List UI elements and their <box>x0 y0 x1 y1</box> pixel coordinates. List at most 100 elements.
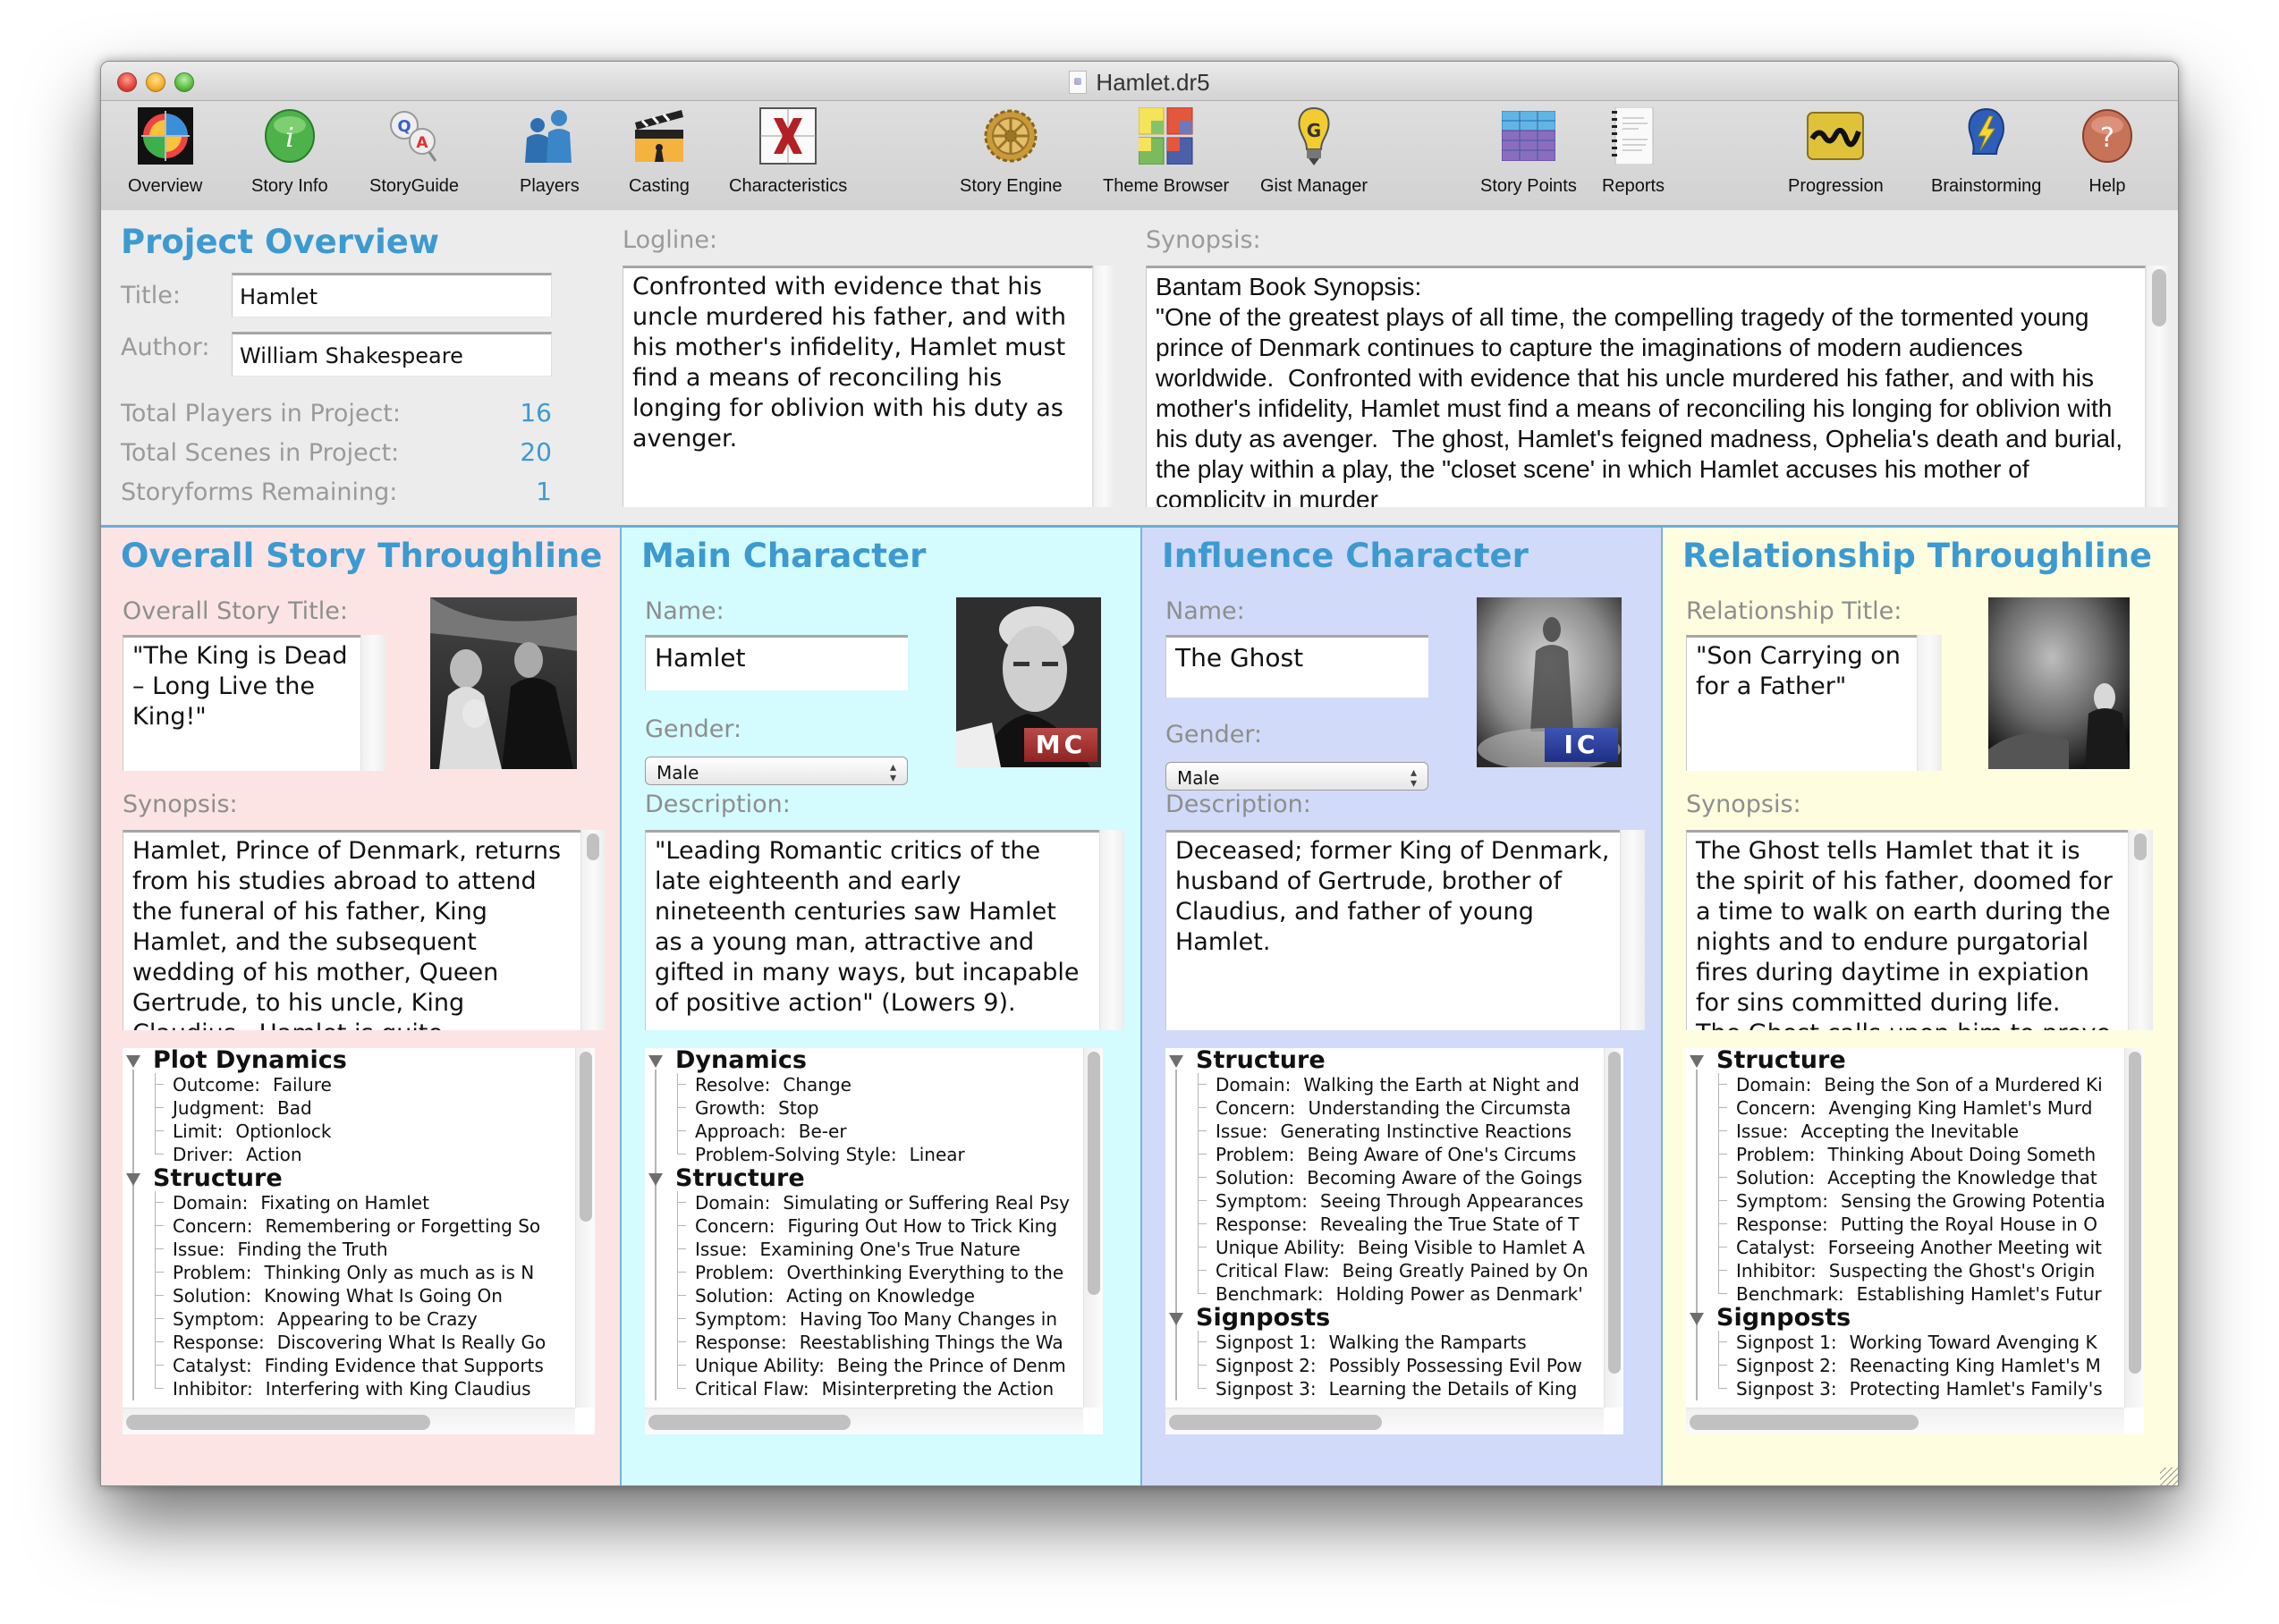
toolbar-characteristics-button[interactable]: Characteristics <box>729 106 847 197</box>
toolbar-story-engine-button[interactable]: Story Engine <box>960 106 1063 197</box>
mc-gender-select[interactable]: Male ▴ ▾ <box>645 757 908 785</box>
tree-row[interactable]: Signpost 3: Protecting Hamlet's Family's <box>1686 1377 2105 1400</box>
tree-row[interactable]: Unique Ability: Being Visible to Hamlet A <box>1165 1236 1589 1259</box>
overall-storypoints-tree[interactable]: Plot Dynamics Outcome: Failure Judgment: Bad… <box>123 1048 595 1434</box>
mc-description-scrollbar[interactable] <box>1099 830 1124 1030</box>
toolbar-overview-button[interactable]: Overview <box>128 106 202 197</box>
logline-scrollbar[interactable] <box>1093 266 1114 507</box>
tree-row[interactable]: Concern: Understanding the Circumsta <box>1165 1096 1589 1120</box>
disclosure-triangle-icon[interactable] <box>126 1055 140 1068</box>
ic-photo[interactable]: IC <box>1477 597 1622 767</box>
synopsis-textarea[interactable]: Bantam Book Synopsis: "One of the greate… <box>1146 266 2146 507</box>
disclosure-triangle-icon[interactable] <box>648 1055 663 1068</box>
overall-story-title-scrollbar[interactable] <box>360 635 385 771</box>
tree-group-header[interactable]: Structure <box>1686 1048 2105 1073</box>
tree-row[interactable]: Concern: Figuring Out How to Trick King <box>645 1214 1070 1238</box>
tree-horizontal-scrollbar[interactable] <box>645 1408 1083 1434</box>
tree-row[interactable]: Judgment: Bad <box>123 1096 546 1120</box>
tree-group-header[interactable]: Dynamics <box>645 1048 1070 1073</box>
relationship-storypoints-tree[interactable]: Structure Domain: Being the Son of a Murde… <box>1686 1048 2144 1434</box>
tree-row[interactable]: Domain: Being the Son of a Murdered Ki <box>1686 1073 2105 1096</box>
disclosure-triangle-icon[interactable] <box>1169 1313 1183 1325</box>
relationship-title-scrollbar[interactable] <box>1917 635 1942 771</box>
mc-storypoints-tree[interactable]: Dynamics Resolve: Change Growth: Stop Approac… <box>645 1048 1103 1434</box>
toolbar-gist-manager-button[interactable]: G Gist Manager <box>1260 106 1368 197</box>
tree-horizontal-scroll-thumb[interactable] <box>126 1415 430 1430</box>
tree-row[interactable]: Problem-Solving Style: Linear <box>645 1143 1070 1166</box>
toolbar-progression-button[interactable]: Progression <box>1788 106 1884 197</box>
mc-description-textarea[interactable]: "Leading Romantic critics of the late ei… <box>645 830 1099 1030</box>
relationship-title-field[interactable]: "Son Carrying on for a Father" <box>1686 635 1917 771</box>
toolbar-theme-browser-button[interactable]: Theme Browser <box>1103 106 1229 197</box>
title-bar[interactable]: Hamlet.dr5 <box>101 62 2178 101</box>
tree-row[interactable]: Solution: Knowing What Is Going On <box>123 1284 546 1307</box>
tree-horizontal-scrollbar[interactable] <box>1165 1408 1604 1434</box>
mc-photo[interactable]: MC <box>956 597 1101 767</box>
toolbar-story-info-button[interactable]: i Story Info <box>251 106 328 197</box>
toolbar-brainstorming-button[interactable]: Brainstorming <box>1931 106 2041 197</box>
tree-row[interactable]: Solution: Accepting the Knowledge that <box>1686 1166 2105 1189</box>
tree-row[interactable]: Resolve: Change <box>645 1073 1070 1096</box>
tree-horizontal-scroll-thumb[interactable] <box>648 1415 851 1430</box>
tree-row[interactable]: Concern: Avenging King Hamlet's Murd <box>1686 1096 2105 1120</box>
toolbar-players-button[interactable]: Players <box>520 106 580 197</box>
tree-row[interactable]: Outcome: Failure <box>123 1073 546 1096</box>
tree-row[interactable]: Catalyst: Forseeing Another Meeting wit <box>1686 1236 2105 1259</box>
author-field[interactable]: William Shakespeare <box>232 332 552 376</box>
tree-row[interactable]: Problem: Thinking About Doing Someth <box>1686 1143 2105 1166</box>
disclosure-triangle-icon[interactable] <box>1169 1055 1183 1068</box>
tree-row[interactable]: Response: Discovering What Is Really Go <box>123 1331 546 1354</box>
tree-horizontal-scroll-thumb[interactable] <box>1690 1415 1919 1430</box>
tree-row[interactable]: Issue: Accepting the Inevitable <box>1686 1120 2105 1143</box>
tree-row[interactable]: Limit: Optionlock <box>123 1120 546 1143</box>
tree-row[interactable]: Issue: Generating Instinctive Reactions <box>1165 1120 1589 1143</box>
tree-row[interactable]: Problem: Thinking Only as much as is N <box>123 1261 546 1284</box>
document-proxy-icon[interactable] <box>1069 71 1088 94</box>
tree-group-header[interactable]: Structure <box>123 1166 546 1191</box>
tree-row[interactable]: Signpost 2: Possibly Possessing Evil Pow <box>1165 1354 1589 1377</box>
toolbar-storyguide-button[interactable]: QA StoryGuide <box>369 106 459 197</box>
tree-row[interactable]: Solution: Acting on Knowledge <box>645 1284 1070 1307</box>
tree-row[interactable]: Problem: Overthinking Everything to the <box>645 1261 1070 1284</box>
tree-row[interactable]: Symptom: Seeing Through Appearances <box>1165 1189 1589 1213</box>
logline-textarea[interactable]: Confronted with evidence that his uncle … <box>623 266 1093 507</box>
tree-row[interactable]: Symptom: Sensing the Growing Potentia <box>1686 1189 2105 1213</box>
tree-horizontal-scrollbar[interactable] <box>1686 1408 2124 1434</box>
tree-vertical-scroll-thumb[interactable] <box>2129 1052 2141 1374</box>
tree-row[interactable]: Unique Ability: Being the Prince of Denm <box>645 1354 1070 1377</box>
ic-name-field[interactable]: The Ghost <box>1165 635 1428 698</box>
tree-row[interactable]: Response: Putting the Royal House in O <box>1686 1213 2105 1236</box>
tree-row[interactable]: Critical Flaw: Being Greatly Pained by On <box>1165 1259 1589 1282</box>
relationship-image[interactable] <box>1988 597 2130 769</box>
ic-description-textarea[interactable]: Deceased; former King of Denmark, husban… <box>1165 830 1620 1030</box>
tree-vertical-scroll-thumb[interactable] <box>580 1052 592 1222</box>
ic-description-scrollbar[interactable] <box>1620 830 1645 1030</box>
disclosure-triangle-icon[interactable] <box>1690 1055 1704 1068</box>
tree-row[interactable]: Signpost 1: Working Toward Avenging K <box>1686 1331 2105 1354</box>
tree-row[interactable]: Issue: Examining One's True Nature <box>645 1238 1070 1261</box>
overall-synopsis-textarea[interactable]: Hamlet, Prince of Denmark, returns from … <box>123 830 580 1030</box>
tree-row[interactable]: Approach: Be-er <box>645 1120 1070 1143</box>
tree-row[interactable]: Benchmark: Holding Power as Denmark' <box>1165 1282 1589 1306</box>
tree-group-header[interactable]: Structure <box>645 1166 1070 1191</box>
synopsis-scroll-thumb[interactable] <box>2152 269 2166 326</box>
tree-row[interactable]: Issue: Finding the Truth <box>123 1238 546 1261</box>
tree-row[interactable]: Inhibitor: Interfering with King Claudius <box>123 1377 546 1400</box>
tree-vertical-scroll-thumb[interactable] <box>1608 1052 1621 1374</box>
toolbar-help-button[interactable]: ? Help <box>2078 106 2137 197</box>
tree-row[interactable]: Symptom: Having Too Many Changes in <box>645 1307 1070 1331</box>
tree-row[interactable]: Symptom: Appearing to be Crazy <box>123 1307 546 1331</box>
tree-row[interactable]: Domain: Walking the Earth at Night and <box>1165 1073 1589 1096</box>
tree-row[interactable]: Critical Flaw: Misinterpreting the Action <box>645 1377 1070 1400</box>
tree-row[interactable]: Growth: Stop <box>645 1096 1070 1120</box>
tree-row[interactable]: Signpost 1: Walking the Ramparts <box>1165 1331 1589 1354</box>
tree-row[interactable]: Concern: Remembering or Forgetting So <box>123 1214 546 1238</box>
toolbar-story-points-button[interactable]: Story Points <box>1480 106 1577 197</box>
tree-row[interactable]: Response: Revealing the True State of T <box>1165 1213 1589 1236</box>
overall-story-title-field[interactable]: "The King is Dead – Long Live the King!" <box>123 635 360 771</box>
ic-gender-select[interactable]: Male ▴ ▾ <box>1165 762 1428 791</box>
ic-storypoints-tree[interactable]: Structure Domain: Walking the Earth at Nig… <box>1165 1048 1623 1434</box>
overall-story-image[interactable] <box>430 597 577 769</box>
overall-synopsis-scrollbar[interactable] <box>580 830 606 1030</box>
tree-vertical-scrollbar[interactable] <box>2124 1048 2144 1408</box>
